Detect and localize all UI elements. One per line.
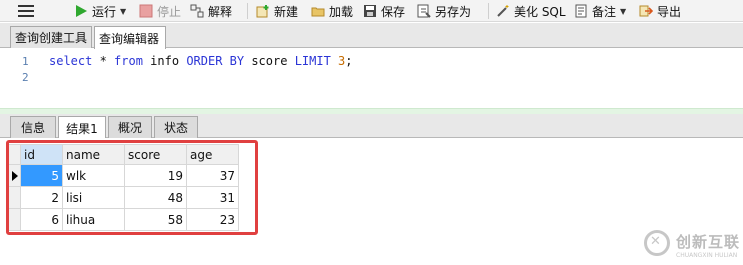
chevron-down-icon[interactable]: ▼ (120, 7, 126, 16)
new-label: 新建 (274, 4, 299, 19)
cell-score[interactable]: 58 (124, 208, 187, 231)
separator (488, 3, 489, 19)
tab-query-builder[interactable]: 查询创建工具 (10, 26, 92, 48)
column-header-score[interactable]: score (124, 144, 187, 165)
row-header[interactable] (8, 208, 21, 231)
backup-label: 备注 (592, 4, 617, 19)
explain-button[interactable]: 解释 (190, 0, 232, 22)
tab-label: 查询创建工具 (15, 31, 88, 45)
logo-mark: ✕ (650, 234, 661, 249)
load-button[interactable]: 加载 (311, 0, 353, 22)
sql-keyword: ORDER BY (186, 54, 245, 68)
export-icon (639, 4, 654, 18)
sql-text: info (142, 54, 187, 68)
separator (247, 3, 248, 19)
tab-info[interactable]: 信息 (10, 116, 56, 138)
sql-keyword: LIMIT (294, 54, 331, 68)
backup-button[interactable]: 备注 ▼ (574, 0, 626, 22)
table-row[interactable]: 2 lisi 48 31 (8, 186, 239, 209)
explain-icon (190, 4, 204, 18)
row-header-corner (8, 144, 21, 165)
cell-score[interactable]: 19 (124, 164, 187, 187)
result-grid: id name score age 5 wlk 19 37 2 lisi 48 … (8, 144, 239, 231)
cell-age[interactable]: 23 (186, 208, 239, 231)
cell-score[interactable]: 48 (124, 186, 187, 209)
chevron-down-icon[interactable]: ▼ (620, 7, 626, 16)
cell-id[interactable]: 2 (20, 186, 63, 209)
sql-keyword: from (114, 54, 143, 68)
save-as-icon (417, 4, 431, 18)
run-label: 运行 (92, 4, 117, 19)
load-label: 加载 (329, 4, 354, 19)
cell-age[interactable]: 37 (186, 164, 239, 187)
watermark-logo: ✕ 创新互联 CHUANGXIN HULIAN (644, 228, 740, 262)
note-icon (574, 4, 588, 18)
column-header-name[interactable]: name (62, 144, 125, 165)
toolbar: 运行 ▼ 停止 解释 新建 加载 保存 另存为 美化 SQL 备注 ▼ 导出 (0, 0, 743, 22)
tab-query-editor[interactable]: 查询编辑器 (94, 26, 166, 49)
cell-age[interactable]: 31 (186, 186, 239, 209)
cell-name[interactable]: lisi (62, 186, 125, 209)
save-as-label: 另存为 (435, 4, 472, 19)
save-icon (363, 4, 377, 18)
cell-name[interactable]: wlk (62, 164, 125, 187)
line-number: 1 (22, 55, 29, 68)
watermark-subtitle: CHUANGXIN HULIAN (676, 252, 738, 259)
new-button[interactable]: 新建 (256, 0, 298, 22)
table-row[interactable]: 5 wlk 19 37 (8, 164, 239, 187)
explain-label: 解释 (208, 4, 233, 19)
sql-text: * (92, 54, 115, 68)
folder-icon (311, 4, 325, 18)
export-button[interactable]: 导出 (639, 0, 681, 22)
tab-label: 结果1 (66, 121, 98, 136)
tab-label: 概况 (117, 121, 142, 135)
table-row[interactable]: 6 lihua 58 23 (8, 208, 239, 231)
export-label: 导出 (657, 4, 682, 19)
result-grid-area: id name score age 5 wlk 19 37 2 lisi 48 … (0, 138, 743, 265)
row-header[interactable] (8, 186, 21, 209)
tab-label: 状态 (163, 121, 188, 135)
tab-label: 查询编辑器 (99, 31, 160, 46)
tab-profile[interactable]: 概况 (108, 116, 152, 138)
beautify-sql-button[interactable]: 美化 SQL (496, 0, 566, 22)
run-button[interactable]: 运行 ▼ (74, 0, 126, 22)
line-number: 2 (22, 71, 29, 84)
editor-tab-bar: 查询创建工具 查询编辑器 (0, 23, 743, 49)
beautify-sql-label: 美化 SQL (514, 4, 566, 19)
column-header-id[interactable]: id (20, 144, 63, 165)
tab-label: 信息 (20, 121, 45, 135)
watermark-brand: 创新互联 (676, 233, 741, 251)
stop-label: 停止 (157, 4, 182, 19)
stop-icon (139, 4, 153, 18)
cell-id[interactable]: 6 (20, 208, 63, 231)
new-query-icon (256, 4, 270, 18)
cell-id[interactable]: 5 (20, 164, 63, 187)
row-header[interactable] (8, 164, 21, 187)
cell-name[interactable]: lihua (62, 208, 125, 231)
stop-button[interactable]: 停止 (139, 0, 181, 22)
play-icon (74, 4, 88, 18)
menu-icon[interactable] (18, 5, 34, 17)
sql-text: ; (345, 54, 353, 68)
save-button[interactable]: 保存 (363, 0, 405, 22)
line-number-gutter: 1 2 (0, 49, 40, 108)
sql-keyword: select (49, 54, 93, 68)
save-label: 保存 (381, 4, 406, 19)
current-row-icon (12, 171, 18, 181)
grid-header-row: id name score age (8, 144, 239, 165)
tab-result1[interactable]: 结果1 (58, 116, 106, 139)
result-tab-bar: 信息 结果1 概况 状态 (0, 114, 743, 139)
column-header-age[interactable]: age (186, 144, 239, 165)
magic-wand-icon (496, 4, 510, 18)
sql-editor[interactable]: 1 2 select * from info ORDER BY score LI… (0, 49, 743, 108)
save-as-button[interactable]: 另存为 (417, 0, 471, 22)
tab-status[interactable]: 状态 (154, 116, 198, 138)
sql-code-line[interactable]: select * from info ORDER BY score LIMIT … (49, 54, 353, 68)
sql-text: score (244, 54, 295, 68)
